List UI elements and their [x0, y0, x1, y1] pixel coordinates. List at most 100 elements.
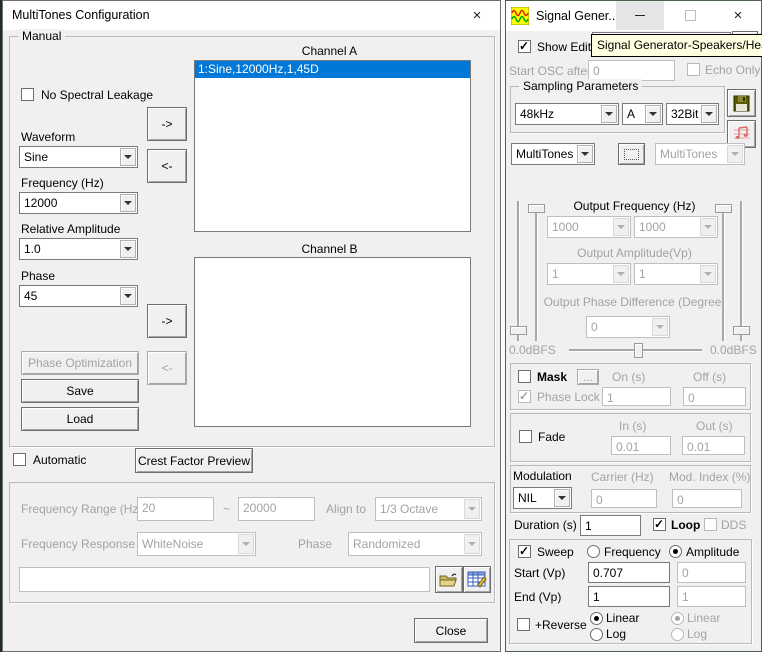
align-to-label: Align to	[326, 502, 366, 516]
sweep-frequency-radio[interactable]	[587, 545, 600, 558]
output-amplitude-b-value: 1	[639, 267, 646, 281]
sweep-b-log-label: Log	[687, 627, 707, 641]
balance-slider-thumb[interactable]	[634, 343, 643, 358]
frequency-response-value: WhiteNoise	[142, 537, 203, 551]
sampling-bits-combo[interactable]: 32Bit	[666, 103, 719, 125]
loop-checkbox[interactable]: ✓	[653, 518, 666, 531]
fade-in-field[interactable]: 0.01	[611, 436, 671, 455]
phase-value: 45	[24, 289, 37, 303]
mask-checkbox[interactable]	[518, 370, 531, 383]
reverse-checkbox[interactable]	[517, 618, 530, 631]
output-frequency-a-combo[interactable]: 1000	[547, 216, 631, 238]
fade-checkbox[interactable]	[519, 430, 532, 443]
save-button[interactable]: Save	[21, 379, 139, 403]
start-osc-field[interactable]: 0	[588, 60, 675, 81]
phase-optimization-button[interactable]: Phase Optimization	[21, 351, 139, 375]
remove-from-channel-b-button[interactable]: <-	[147, 351, 187, 385]
wave-options-button[interactable]	[618, 143, 645, 165]
auto-phase-combo[interactable]: Randomized	[348, 532, 482, 556]
show-editor-checkbox[interactable]: ✓	[518, 40, 531, 53]
amplitude-slider-b-thumb[interactable]	[733, 326, 750, 335]
load-button[interactable]: Load	[21, 407, 139, 431]
mask-options-button[interactable]: ...	[577, 369, 599, 385]
output-frequency-b-combo[interactable]: 1000	[634, 216, 718, 238]
waveform-combo[interactable]: Sine	[19, 146, 138, 168]
sweep-b-log-radio[interactable]	[671, 628, 684, 641]
remove-from-channel-a-button[interactable]: <-	[147, 149, 187, 183]
carrier-field[interactable]: 0	[591, 489, 657, 508]
output-phase-combo[interactable]: 0	[586, 316, 670, 338]
move-to-channel-b-button[interactable]: ->	[147, 304, 187, 338]
relative-amplitude-combo[interactable]: 1.0	[19, 238, 138, 260]
frequency-combo[interactable]: 12000	[19, 192, 138, 214]
frequency-slider-b-thumb[interactable]	[715, 204, 732, 213]
start-vp-b-field[interactable]: 0	[677, 562, 746, 583]
no-spectral-leakage-checkbox[interactable]	[21, 88, 34, 101]
save-signal-button[interactable]	[727, 89, 756, 117]
end-vp-label: End (Vp)	[514, 590, 561, 604]
modulation-combo[interactable]: NIL	[513, 487, 572, 509]
close-icon: ×	[734, 7, 743, 24]
sweep-checkbox[interactable]: ✓	[518, 545, 531, 558]
amplitude-slider-a-thumb[interactable]	[510, 326, 527, 335]
sampling-channel-combo[interactable]: A	[622, 103, 663, 125]
file-path-field[interactable]	[19, 567, 430, 592]
wave-type-combo[interactable]: MultiTones	[511, 143, 595, 165]
mod-index-field[interactable]: 0	[672, 489, 742, 508]
end-vp-field[interactable]: 1	[588, 586, 670, 607]
mask-on-field[interactable]: 1	[602, 387, 671, 406]
sweep-log-radio[interactable]	[590, 628, 603, 641]
sweep-b-linear-radio[interactable]	[671, 612, 684, 625]
frequency-response-combo[interactable]: WhiteNoise	[137, 532, 256, 556]
minimize-button[interactable]	[616, 1, 664, 30]
end-vp-b-field[interactable]: 1	[677, 586, 746, 607]
channel-a-listbox[interactable]: 1:Sine,12000Hz,1,45D	[194, 60, 471, 232]
close-dialog-button[interactable]: Close	[414, 618, 488, 643]
chevron-down-icon	[652, 318, 668, 336]
check-icon: ✓	[519, 389, 529, 403]
channel-b-listbox[interactable]	[194, 257, 471, 427]
phase-lock-label: Phase Lock	[537, 390, 600, 404]
check-icon: ✓	[519, 544, 529, 558]
wave-type-b-value: MultiTones	[660, 147, 717, 161]
start-vp-field[interactable]: 0.707	[588, 562, 670, 583]
frequency-range-from-field[interactable]: 20	[137, 497, 214, 521]
phase-lock-checkbox[interactable]: ✓	[518, 390, 531, 403]
frequency-range-to-field[interactable]: 20000	[238, 497, 315, 521]
close-button[interactable]: ×	[454, 1, 500, 30]
mask-label: Mask	[537, 370, 567, 384]
chevron-down-icon	[554, 489, 570, 507]
open-file-button[interactable]	[435, 566, 463, 593]
sampling-rate-combo[interactable]: 48kHz	[515, 103, 619, 125]
list-item[interactable]: 1:Sine,12000Hz,1,45D	[195, 61, 470, 78]
close-button[interactable]: ×	[714, 1, 762, 30]
phase-combo[interactable]: 45	[19, 285, 138, 307]
sweep-amplitude-radio[interactable]	[669, 545, 682, 558]
duration-field[interactable]: 1	[580, 515, 641, 536]
fade-out-field[interactable]: 0.01	[682, 436, 745, 455]
output-frequency-b-value: 1000	[639, 220, 666, 234]
edit-table-button[interactable]	[463, 566, 491, 593]
sampling-parameters-label: Sampling Parameters	[519, 79, 642, 93]
dds-checkbox[interactable]	[704, 518, 717, 531]
automatic-checkbox[interactable]	[13, 453, 26, 466]
echo-only-checkbox[interactable]	[687, 63, 700, 76]
align-to-combo[interactable]: 1/3 Octave	[375, 497, 482, 521]
output-amplitude-b-combo[interactable]: 1	[634, 263, 718, 285]
close-icon: ×	[473, 7, 482, 24]
folder-open-icon	[439, 572, 459, 588]
output-amplitude-a-value: 1	[552, 267, 559, 281]
floppy-disk-icon	[733, 95, 750, 112]
wave-type-b-combo[interactable]: MultiTones	[655, 143, 745, 165]
minimize-icon	[635, 15, 645, 16]
move-to-channel-a-button[interactable]: ->	[147, 107, 187, 141]
mask-off-field[interactable]: 0	[683, 387, 746, 406]
sweep-linear-radio[interactable]	[590, 612, 603, 625]
channel-a-label: Channel A	[191, 44, 468, 58]
app-icon	[511, 7, 529, 25]
frequency-slider-a-thumb[interactable]	[528, 204, 545, 213]
crest-factor-preview-button[interactable]: Crest Factor Preview	[135, 448, 253, 473]
maximize-button[interactable]	[666, 1, 714, 30]
output-amplitude-a-combo[interactable]: 1	[547, 263, 631, 285]
mask-off-label: Off (s)	[693, 370, 726, 384]
